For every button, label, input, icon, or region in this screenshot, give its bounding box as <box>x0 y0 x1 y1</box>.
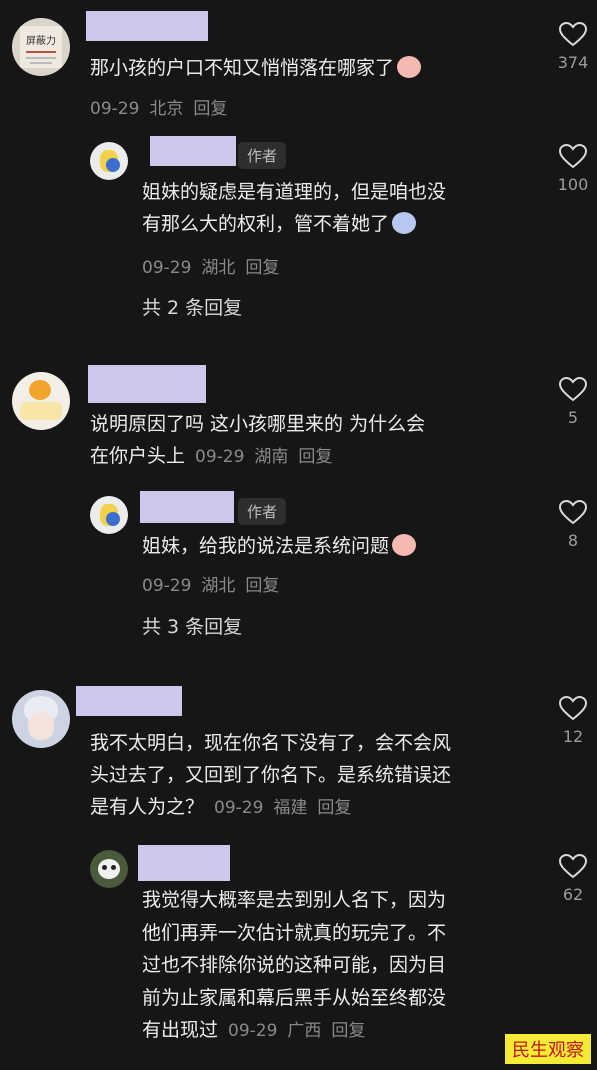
like-button[interactable]: 8 <box>553 500 593 550</box>
like-count: 5 <box>567 408 579 427</box>
author-badge: 作者 <box>238 142 287 169</box>
like-button[interactable]: 62 <box>553 854 593 904</box>
like-count: 12 <box>562 727 584 746</box>
username-redacted[interactable] <box>88 365 206 403</box>
emoji-icon <box>392 211 417 234</box>
emoji-icon <box>397 55 422 78</box>
heart-icon <box>559 22 587 47</box>
reply-button[interactable]: 回复 <box>298 447 332 467</box>
reply-button[interactable]: 回复 <box>331 1021 365 1041</box>
reply-text: 姐妹的疑虑是有道理的，但是咱也没 有那么大的权利，管不着她了 <box>142 181 447 235</box>
username-redacted[interactable] <box>150 136 236 166</box>
heart-icon <box>559 696 587 721</box>
like-count: 62 <box>562 885 584 904</box>
reply-button[interactable]: 回复 <box>245 576 279 596</box>
username-redacted[interactable] <box>76 686 182 716</box>
avatar[interactable] <box>90 496 128 534</box>
like-button[interactable]: 374 <box>553 22 593 72</box>
expand-replies-button[interactable]: 共 3 条回复 <box>142 612 242 639</box>
reply-text: 姐妹，给我的说法是系统问题 <box>142 530 417 562</box>
heart-icon <box>559 500 587 525</box>
watermark: 民生观察 <box>505 1034 591 1064</box>
reply-button[interactable]: 回复 <box>245 258 279 278</box>
like-button[interactable]: 5 <box>553 377 593 427</box>
reply-meta: 09-29 湖北 回复 <box>142 576 280 596</box>
reply-button[interactable]: 回复 <box>317 798 351 818</box>
avatar-badge-text: 屏蔽力 <box>26 36 56 47</box>
avatar[interactable]: 屏蔽力 <box>12 18 70 76</box>
like-button[interactable]: 12 <box>553 696 593 746</box>
comment-text: 说明原因了吗 这小孩哪里来的 为什么会 在你户头上 09-29 湖南 回复 <box>90 413 426 467</box>
heart-icon <box>559 854 587 879</box>
like-count: 100 <box>557 175 589 194</box>
avatar[interactable] <box>12 372 70 430</box>
avatar[interactable] <box>12 690 70 748</box>
heart-icon <box>559 144 587 169</box>
username-redacted[interactable] <box>86 11 208 41</box>
author-badge: 作者 <box>238 498 287 525</box>
avatar[interactable] <box>90 850 128 888</box>
expand-replies-button[interactable]: 共 2 条回复 <box>142 293 242 320</box>
reply-text: 我觉得大概率是去到别人名下，因为 他们再弄一次估计就真的玩完了。不 过也不排除你… <box>142 889 447 1041</box>
like-count: 374 <box>557 53 589 72</box>
username-redacted[interactable] <box>138 845 230 881</box>
comment-text: 那小孩的户口不知又悄悄落在哪家了 <box>90 52 422 84</box>
like-count: 8 <box>567 531 579 550</box>
emoji-icon <box>392 533 417 556</box>
comment-meta: 09-29 北京 回复 <box>90 99 228 119</box>
username-redacted[interactable] <box>140 491 234 523</box>
like-button[interactable]: 100 <box>553 144 593 194</box>
comment-text: 我不太明白，现在你名下没有了，会不会风 头过去了，又回到了你名下。是系统错误还 … <box>90 732 452 818</box>
reply-button[interactable]: 回复 <box>193 99 227 119</box>
reply-meta: 09-29 湖北 回复 <box>142 258 280 278</box>
avatar[interactable] <box>90 142 128 180</box>
heart-icon <box>559 377 587 402</box>
